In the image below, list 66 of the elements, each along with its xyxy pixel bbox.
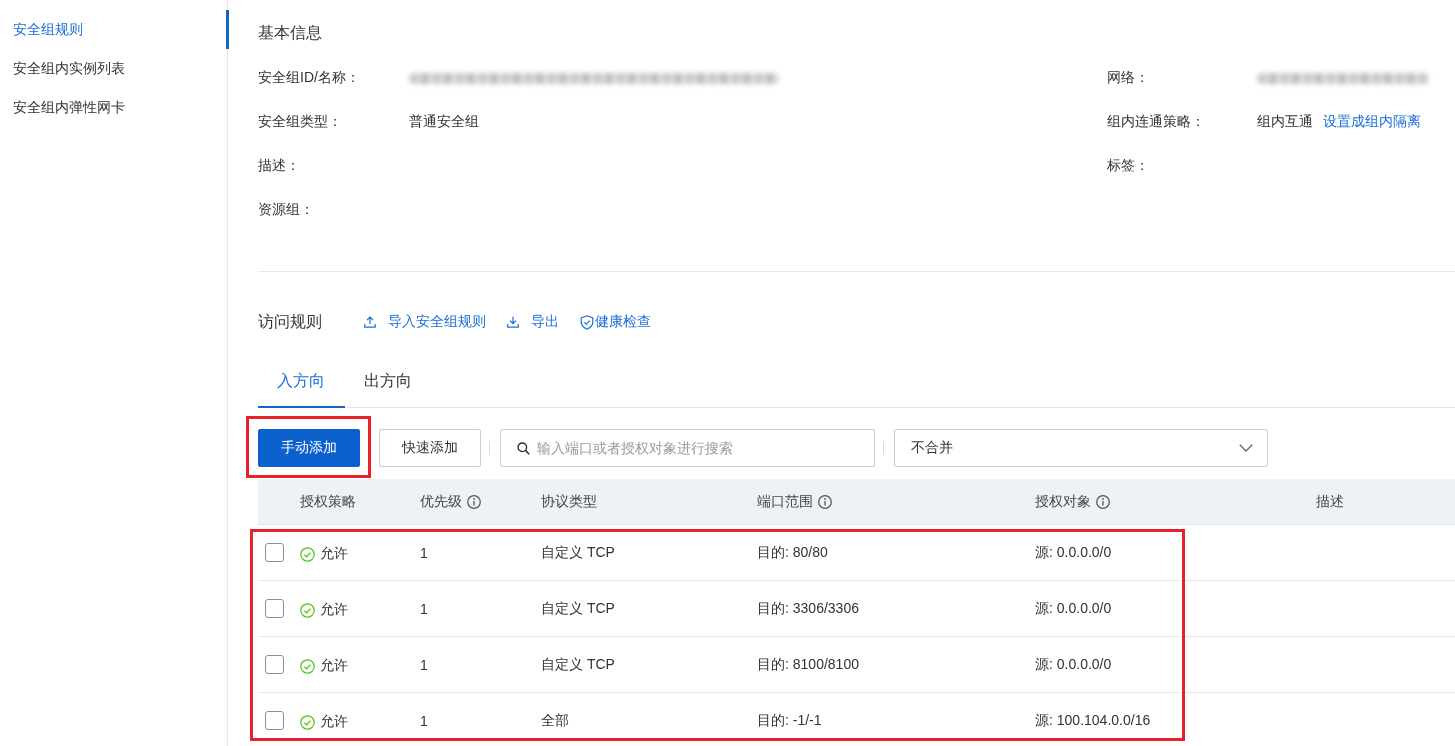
row-checkbox[interactable] [265,655,284,674]
quick-add-button[interactable]: 快速添加 [379,429,481,467]
check-circle-icon [300,658,315,674]
column-header: 授权策略 [300,492,356,511]
priority-cell-text: 1 [420,544,429,561]
sidebar-item[interactable]: 安全组规则 [0,10,229,49]
section-title: 基本信息 [258,23,323,43]
shield-check-icon [580,314,594,330]
download-icon [507,316,519,328]
source-cell-text: 源: 0.0.0.0/0 [1035,599,1113,618]
field-label: 网络： [1107,69,1150,87]
port-range-cell-text: 目的: 3306/3306 [757,599,860,618]
search-field[interactable]: 输入端口或者授权对象进行搜索 [500,429,875,467]
protocol-cell-text: 自定义 TCP [541,543,616,562]
export-link[interactable]: 导出 [507,313,559,331]
source-cell-text: 源: 0.0.0.0/0 [1035,543,1113,562]
column-header: 授权对象 [1035,492,1091,511]
protocol-cell-text: 自定义 TCP [541,655,616,674]
field-label: 资源组： [258,201,315,219]
check-circle-icon [300,602,315,618]
source-cell-text: 源: 100.104.0.0/16 [1035,711,1152,730]
health-check-link[interactable]: 健康检查 [580,313,651,331]
search-icon [517,442,530,455]
column-header: 优先级 [420,492,462,511]
column-header: 端口范围 [757,492,813,511]
policy-cell: 允许 [320,657,348,675]
chevron-down-icon [1239,444,1253,452]
direction-tab[interactable]: 入方向 [258,357,345,408]
field-value: 组内互通 [1257,113,1313,131]
field-label: 标签： [1107,157,1150,175]
source-cell-text: 源: 0.0.0.0/0 [1035,655,1113,674]
add-button[interactable]: 手动添加 [258,429,360,467]
field-link[interactable]: 设置成组内隔离 [1323,113,1421,131]
direction-tab[interactable]: 出方向 [345,357,432,408]
row-checkbox[interactable] [265,599,284,618]
policy-cell: 允许 [320,545,348,563]
priority-cell-text: 1 [420,712,429,729]
import-link[interactable]: 导入安全组规则 [364,313,486,331]
protocol-cell-text: 全部 [541,711,570,730]
sidebar-item[interactable]: 安全组内实例列表 [0,49,229,88]
row-checkbox[interactable] [265,543,284,562]
section-title: 访问规则 [258,311,322,332]
upload-icon [364,316,376,328]
column-header: 协议类型 [541,492,597,511]
policy-cell: 允许 [320,713,348,731]
field-label: 安全组ID/名称： [258,69,361,87]
check-circle-icon [300,714,315,730]
info-icon[interactable] [818,494,832,509]
priority-cell-text: 1 [420,656,429,673]
field-label: 描述： [258,157,301,175]
policy-cell: 允许 [320,601,348,619]
info-icon[interactable] [467,494,481,509]
field-label: 安全组类型： [258,113,343,131]
check-circle-icon [300,546,315,562]
merge-dropdown[interactable]: 不合并 [894,429,1268,467]
port-range-cell-text: 目的: 80/80 [757,543,829,562]
port-range-cell-text: 目的: -1/-1 [757,711,823,730]
info-icon[interactable] [1096,494,1110,509]
column-header: 描述 [1316,492,1344,511]
field-value: 普通安全组 [409,113,479,131]
priority-cell-text: 1 [420,600,429,617]
protocol-cell-text: 自定义 TCP [541,599,616,618]
port-range-cell-text: 目的: 8100/8100 [757,655,860,674]
sidebar-item[interactable]: 安全组内弹性网卡 [0,88,229,127]
row-checkbox[interactable] [265,711,284,730]
field-label: 组内连通策略： [1107,113,1206,131]
